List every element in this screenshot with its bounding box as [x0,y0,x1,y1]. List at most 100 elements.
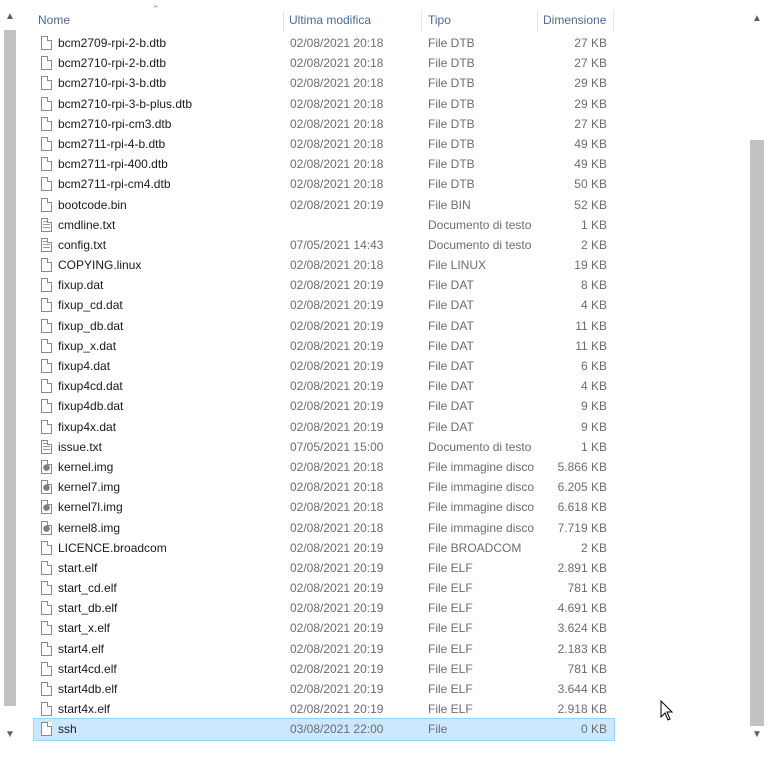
file-icon [41,581,52,596]
file-row[interactable]: cmdline.txt Documento di testo 1 KB [34,215,614,235]
file-row[interactable]: fixup4x.dat 02/08/2021 20:19 File DAT 9 KB [34,417,614,437]
file-row[interactable]: fixup4cd.dat 02/08/2021 20:19 File DAT 4 KB [34,376,614,396]
file-row[interactable]: fixup_cd.dat 02/08/2021 20:19 File DAT 4 KB [34,295,614,315]
file-type: File DAT [428,338,474,353]
file-row[interactable]: start4db.elf 02/08/2021 20:19 File ELF 3.64… [34,679,614,699]
file-row[interactable]: fixup.dat 02/08/2021 20:19 File DAT 8 KB [34,275,614,295]
file-row[interactable]: kernel.img 02/08/2021 20:18 File immagine … [34,457,614,477]
file-row[interactable]: bcm2711-rpi-400.dtb 02/08/2021 20:18 File … [34,154,614,174]
file-size: 2 KB [580,540,607,555]
file-name: start_x.elf [58,621,111,636]
column-divider[interactable] [537,10,538,32]
file-name: bootcode.bin [58,197,127,212]
file-type: File DAT [428,318,474,333]
file-row[interactable]: kernel8.img 02/08/2021 20:18 File immagine… [34,518,614,538]
file-type: File ELF [428,702,473,717]
column-divider[interactable] [613,10,614,32]
file-icon [41,379,52,394]
file-list-scrollbar[interactable]: ▲ ▼ [748,6,768,746]
file-row[interactable]: bcm2710-rpi-3-b.dtb 02/08/2021 20:18 File … [34,73,614,93]
file-row[interactable]: fixup4db.dat 02/08/2021 20:19 File DAT 9 KB [34,396,614,416]
file-size: 4 KB [580,379,607,394]
file-row[interactable]: start4cd.elf 02/08/2021 20:19 File ELF 781 … [34,659,614,679]
scroll-up-arrow-icon[interactable]: ▲ [750,12,764,26]
nav-pane-scrollbar[interactable]: ▲ ▼ [0,6,20,746]
file-name: fixup_db.dat [58,318,124,333]
disk-image-icon [41,459,52,474]
file-row[interactable]: fixup4.dat 02/08/2021 20:19 File DAT 6 KB [34,356,614,376]
file-modified: 02/08/2021 20:18 [290,500,384,515]
file-name: fixup_x.dat [58,338,117,353]
file-name: start_db.elf [58,601,118,616]
file-modified: 02/08/2021 20:19 [290,621,384,636]
file-name: config.txt [58,237,107,252]
file-type: File immagine disco [428,520,535,535]
file-size: 50 KB [574,177,607,192]
column-header-modified[interactable]: Ultima modifica [289,6,371,34]
column-divider[interactable] [421,10,422,32]
file-size: 29 KB [574,96,607,111]
file-modified: 02/08/2021 20:19 [290,359,384,373]
file-row[interactable]: bootcode.bin 02/08/2021 20:19 File BIN 52 K… [34,195,614,215]
file-row[interactable]: bcm2711-rpi-cm4.dtb 02/08/2021 20:18 File … [34,174,614,194]
file-row[interactable]: start_cd.elf 02/08/2021 20:19 File ELF 781 … [34,578,614,598]
file-name: COPYING.linux [58,258,142,273]
file-row[interactable]: start4.elf 02/08/2021 20:19 File ELF 2.183 … [34,639,614,659]
file-explorer-list-view: ▲ ▼ Nome ⌃ Ultima modifica Tipo Dimensio… [0,0,768,764]
file-name: bcm2709-rpi-2-b.dtb [58,36,167,50]
column-header-size[interactable]: Dimensione [543,6,606,34]
file-type: File DTB [428,116,475,131]
mouse-pointer-icon [660,700,674,721]
file-row[interactable]: bcm2710-rpi-3-b-plus.dtb 02/08/2021 20:18… [34,94,614,114]
file-row[interactable]: start_db.elf 02/08/2021 20:19 File ELF 4.69… [34,598,614,618]
file-name: bcm2711-rpi-400.dtb [58,157,168,172]
file-name: fixup4x.dat [58,419,117,434]
file-row[interactable]: config.txt 07/05/2021 14:43 Documento di t… [34,235,614,255]
file-row[interactable]: start_x.elf 02/08/2021 20:19 File ELF 3.624… [34,618,614,638]
scrollbar-thumb[interactable] [750,140,764,726]
file-icon [41,36,52,50]
file-size: 8 KB [580,278,607,293]
scroll-up-arrow-icon[interactable]: ▲ [3,10,17,24]
file-modified: 02/08/2021 20:18 [290,157,384,172]
column-header-name-label: Nome [38,13,71,27]
file-row[interactable]: COPYING.linux 02/08/2021 20:18 File LINUX 1… [34,255,614,275]
file-row[interactable]: ssh 03/08/2021 22:00 File 0 KB [33,718,615,741]
column-header-name[interactable]: Nome [38,6,70,34]
file-modified: 02/08/2021 20:19 [290,399,384,414]
column-header-type[interactable]: Tipo [428,6,451,34]
file-row[interactable]: bcm2710-rpi-cm3.dtb 02/08/2021 20:18 File … [34,114,614,134]
file-row[interactable]: bcm2711-rpi-4-b.dtb 02/08/2021 20:18 File … [34,134,614,154]
file-size: 9 KB [580,419,607,434]
file-type: File LINUX [428,258,487,273]
file-modified: 02/08/2021 20:19 [290,702,384,717]
file-modified: 02/08/2021 20:19 [290,601,384,616]
scroll-down-arrow-icon[interactable]: ▼ [3,728,17,742]
file-type: File ELF [428,682,473,696]
file-modified: 02/08/2021 20:19 [290,278,384,293]
file-row[interactable]: kernel7.img 02/08/2021 20:18 File immagine… [34,477,614,497]
file-modified: 02/08/2021 20:19 [290,298,384,313]
file-row[interactable]: bcm2709-rpi-2-b.dtb 02/08/2021 20:18 File … [34,33,614,53]
column-header-modified-label: Ultima modifica [289,13,372,27]
file-type: File ELF [428,621,473,636]
file-row[interactable]: bcm2710-rpi-2-b.dtb 02/08/2021 20:18 File … [34,53,614,73]
file-icon [41,682,52,696]
text-file-icon [41,217,52,232]
file-row[interactable]: fixup_x.dat 02/08/2021 20:19 File DAT 11 KB [34,336,614,356]
scrollbar-thumb[interactable] [4,30,16,706]
scroll-down-arrow-icon[interactable]: ▼ [750,728,764,742]
file-type: Documento di testo [428,439,532,454]
file-row[interactable]: start.elf 02/08/2021 20:19 File ELF 2.891 K… [34,558,614,578]
file-icon [41,661,52,676]
file-type: Documento di testo [428,237,532,252]
column-divider[interactable] [283,10,284,32]
file-row[interactable]: kernel7l.img 02/08/2021 20:18 File immagin… [34,497,614,517]
column-header-type-label: Tipo [428,13,451,27]
file-icon [41,722,52,737]
file-row[interactable]: issue.txt 07/05/2021 15:00 Documento di te… [34,437,614,457]
file-row[interactable]: LICENCE.broadcom 02/08/2021 20:19 File BRO… [34,538,614,558]
file-row[interactable]: start4x.elf 02/08/2021 20:19 File ELF 2.918… [34,699,614,719]
file-name: start_cd.elf [58,581,117,596]
file-row[interactable]: fixup_db.dat 02/08/2021 20:19 File DAT 11 K… [34,316,614,336]
